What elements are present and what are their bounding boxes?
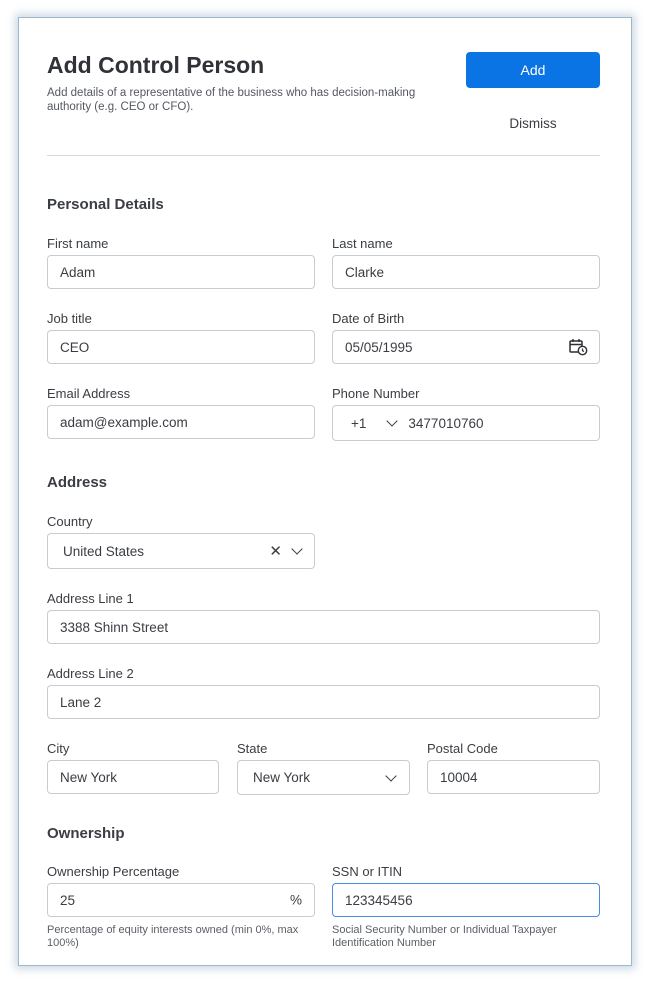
- first-name-field[interactable]: Adam: [47, 255, 315, 289]
- last-name-value: Clarke: [345, 264, 385, 280]
- dob-field[interactable]: 05/05/1995: [332, 330, 600, 364]
- phone-field[interactable]: +1 3477010760: [332, 405, 600, 441]
- chevron-down-icon[interactable]: [385, 769, 397, 782]
- ssn-helper: Social Security Number or Individual Tax…: [332, 924, 557, 949]
- ssn-field[interactable]: 123345456: [332, 883, 600, 917]
- phone-value: 3477010760: [408, 415, 484, 431]
- ssn-label: SSN or ITIN: [332, 864, 403, 879]
- page-subtitle: Add details of a representative of the b…: [47, 87, 416, 113]
- email-field[interactable]: adam@example.com: [47, 405, 315, 439]
- first-name-value: Adam: [60, 264, 96, 280]
- last-name-field[interactable]: Clarke: [332, 255, 600, 289]
- address-line2-value: Lane 2: [60, 694, 102, 710]
- city-field[interactable]: New York: [47, 760, 219, 794]
- ownership-heading: Ownership: [47, 825, 125, 842]
- job-title-field[interactable]: CEO: [47, 330, 315, 364]
- country-select[interactable]: United States ✕: [47, 533, 315, 569]
- address-heading: Address: [47, 474, 108, 491]
- phone-label: Phone Number: [332, 386, 420, 401]
- country-label: Country: [47, 514, 93, 529]
- email-value: adam@example.com: [60, 414, 188, 430]
- address-line1-label: Address Line 1: [47, 591, 134, 606]
- job-title-value: CEO: [60, 339, 90, 355]
- first-name-label: First name: [47, 236, 109, 251]
- ownership-percentage-helper: Percentage of equity interests owned (mi…: [47, 924, 299, 949]
- country-value: United States: [63, 543, 145, 559]
- page-title: Add Control Person: [47, 52, 265, 78]
- calendar-clock-icon[interactable]: [569, 338, 588, 356]
- state-label: State: [237, 741, 268, 756]
- add-button[interactable]: Add: [466, 52, 600, 88]
- address-line1-value: 3388 Shinn Street: [60, 619, 169, 635]
- ownership-percentage-label: Ownership Percentage: [47, 864, 180, 879]
- ownership-percentage-value: 25: [60, 892, 76, 908]
- chevron-down-icon[interactable]: [291, 543, 303, 555]
- last-name-label: Last name: [332, 236, 393, 251]
- address-line2-label: Address Line 2: [47, 666, 134, 681]
- state-value: New York: [253, 770, 311, 785]
- state-select[interactable]: New York: [237, 760, 410, 795]
- ssn-value: 123345456: [345, 892, 413, 908]
- postal-code-label: Postal Code: [427, 741, 498, 756]
- dob-value: 05/05/1995: [345, 339, 413, 355]
- city-value: New York: [60, 769, 118, 785]
- personal-details-heading: Personal Details: [47, 196, 164, 213]
- email-label: Email Address: [47, 386, 131, 401]
- address-line1-field[interactable]: 3388 Shinn Street: [47, 610, 600, 644]
- dismiss-button[interactable]: Dismiss: [466, 112, 600, 134]
- phone-country-code[interactable]: +1: [351, 416, 366, 431]
- header-divider: [47, 155, 600, 156]
- clear-icon[interactable]: ✕: [269, 542, 282, 560]
- percent-suffix: %: [289, 892, 302, 908]
- control-person-card: Add Control Person Add details of a repr…: [18, 17, 632, 966]
- chevron-down-icon[interactable]: [386, 415, 399, 427]
- ownership-percentage-field[interactable]: 25 %: [47, 883, 315, 917]
- postal-code-value: 10004: [440, 769, 478, 785]
- address-line2-field[interactable]: Lane 2: [47, 685, 600, 719]
- city-label: City: [47, 741, 70, 756]
- dob-label: Date of Birth: [332, 311, 405, 326]
- postal-code-field[interactable]: 10004: [427, 760, 600, 794]
- job-title-label: Job title: [47, 311, 92, 326]
